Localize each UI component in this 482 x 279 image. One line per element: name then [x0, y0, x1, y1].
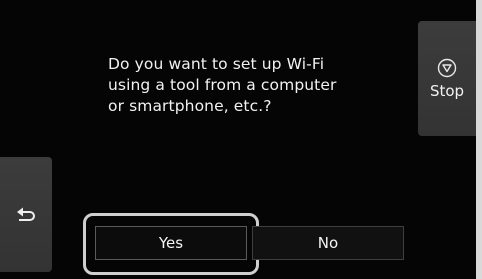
screen-bezel	[476, 0, 482, 279]
yes-button-label: Yes	[158, 234, 184, 252]
printer-screen: Do you want to set up Wi-Fi using a tool…	[0, 0, 482, 279]
yes-button[interactable]: Yes	[95, 226, 247, 260]
stop-icon	[437, 58, 457, 77]
no-button-label: No	[317, 234, 339, 252]
stop-button-label: Stop	[429, 81, 465, 100]
no-button[interactable]: No	[252, 226, 404, 260]
dialog-message: Do you want to set up Wi-Fi using a tool…	[108, 55, 337, 115]
stop-button[interactable]: Stop	[418, 21, 476, 136]
back-button[interactable]	[0, 157, 52, 272]
back-arrow-icon	[17, 207, 35, 221]
